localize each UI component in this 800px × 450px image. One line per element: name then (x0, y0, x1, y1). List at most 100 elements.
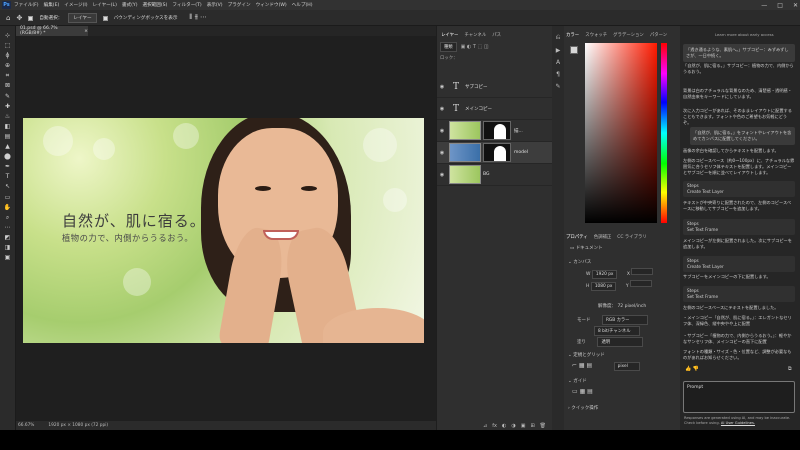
document-canvas[interactable]: 自然が、肌に宿る。 植物の力で、内側からうるおう。 (23, 118, 424, 343)
layer-row[interactable]: ◉ BG (437, 164, 552, 186)
trash-icon[interactable]: 🗑 (540, 423, 546, 429)
foreground-color-swatch[interactable] (570, 46, 578, 54)
tool-icon[interactable]: ♨ (5, 113, 10, 120)
tab-patterns[interactable]: パターン (650, 32, 667, 38)
brush-settings-icon[interactable]: ✎ (555, 83, 560, 90)
menu-help[interactable]: ヘルプ(H) (292, 2, 313, 8)
add-mask-icon[interactable]: ◐ (502, 423, 506, 429)
canvas-subline[interactable]: 植物の力で、内側からうるおう。 (62, 232, 193, 244)
auto-select-target-dropdown[interactable]: レイヤー (68, 12, 97, 23)
guide-icons[interactable]: ▭ ▦ ▤ (572, 388, 593, 395)
rulers-grid-section-header[interactable]: ⌄ 定規とグリッド (568, 352, 605, 358)
layer-row-selected[interactable]: ◉ model (437, 142, 552, 164)
close-tab-icon[interactable]: × (84, 29, 88, 34)
move-tool-icon[interactable]: ✥ (16, 14, 22, 22)
home-icon[interactable]: ⌂ (6, 14, 10, 22)
menu-image[interactable]: イメージ(I) (64, 2, 87, 8)
tab-layers[interactable]: レイヤー (441, 32, 458, 38)
document-tab[interactable]: 01.psd @ 66.7% (RGB/8#) * × (16, 26, 88, 36)
layer-row[interactable]: ◉ T サブコピー (437, 76, 552, 98)
tool-icon[interactable]: T (6, 173, 10, 180)
layer-row[interactable]: ◉ 描... (437, 120, 552, 142)
align-icons[interactable]: ⫴ ⫵ ⋯ (189, 13, 207, 22)
tool-icon[interactable]: ϕ (6, 52, 10, 59)
guides-section-header[interactable]: ⌄ ガイド (568, 378, 587, 384)
tab-cc-libraries[interactable]: CC ライブラリ (617, 234, 646, 240)
tool-icon[interactable]: ✎ (5, 93, 10, 100)
tool-icon[interactable]: ⬚ (5, 42, 11, 49)
height-field[interactable]: 1080 px (590, 282, 617, 291)
new-layer-icon[interactable]: ⊞ (530, 423, 534, 429)
tool-icon[interactable]: ✒ (5, 163, 10, 170)
menu-filter[interactable]: フィルター(T) (172, 2, 201, 8)
layer-mask-thumbnail[interactable] (483, 121, 511, 140)
steps-card[interactable]: Steps Create Text Layer (683, 181, 795, 197)
tab-color[interactable]: カラー (566, 32, 579, 38)
quick-actions-section-header[interactable]: › クイック操作 (568, 405, 598, 411)
menu-window[interactable]: ウィンドウ(W) (256, 2, 287, 8)
menu-file[interactable]: ファイル(F) (14, 2, 39, 8)
minimize-icon[interactable]: — (761, 2, 767, 9)
hue-slider[interactable] (661, 43, 667, 223)
tool-icon[interactable]: ◨ (5, 244, 11, 251)
menu-edit[interactable]: 編集(E) (44, 2, 60, 8)
eye-icon[interactable]: ◉ (437, 128, 447, 134)
tool-icon[interactable]: ✚ (5, 103, 10, 110)
mode-dropdown[interactable]: RGB カラー (601, 315, 648, 325)
copy-icon[interactable]: ⧉ (788, 366, 792, 372)
tool-icon[interactable]: ⋯ (5, 224, 11, 231)
tool-icon[interactable]: ▣ (5, 254, 11, 261)
x-field[interactable] (631, 268, 654, 275)
unit-dropdown[interactable]: pixel (613, 362, 640, 371)
tool-icon[interactable]: ⊹ (5, 32, 10, 39)
tool-icon[interactable]: ◧ (5, 123, 11, 130)
tool-icon[interactable]: ▭ (5, 194, 11, 201)
auto-select-checkbox[interactable] (28, 16, 34, 21)
ai-guidelines-link[interactable]: AI User Guidelines. (721, 421, 755, 425)
tool-icon[interactable]: ⌗ (6, 72, 9, 79)
tool-icon[interactable]: ↖ (5, 183, 10, 190)
link-layers-icon[interactable]: ⊿ (483, 423, 487, 429)
character-icon[interactable]: A (556, 59, 560, 66)
menu-type[interactable]: 書式(Y) (122, 2, 138, 8)
tool-icon[interactable]: ⬤ (4, 153, 11, 160)
adjustment-layer-icon[interactable]: ◑ (511, 423, 515, 429)
width-field[interactable]: 1920 px (591, 270, 618, 279)
fill-dropdown[interactable]: 透明 (597, 337, 644, 347)
prompt-input[interactable]: Prompt (683, 381, 795, 413)
tab-swatches[interactable]: スウォッチ (585, 32, 607, 38)
paragraph-icon[interactable]: ¶ (556, 71, 560, 78)
ruler-icons[interactable]: ⌐ ▦ ▤ (572, 362, 592, 369)
steps-card[interactable]: Steps Create Text Layer (683, 256, 795, 272)
menu-select[interactable]: 選択範囲(S) (143, 2, 168, 8)
tool-icon[interactable]: ✋ (4, 204, 11, 211)
color-picker-field[interactable] (585, 43, 657, 223)
eye-icon[interactable]: ◉ (437, 106, 447, 112)
maximize-icon[interactable]: □ (777, 2, 783, 9)
tool-icon[interactable]: ⊠ (5, 82, 10, 89)
bounding-box-checkbox[interactable] (102, 16, 108, 21)
eye-icon[interactable]: ◉ (437, 150, 447, 156)
layer-kind-filter[interactable]: 種類 (440, 41, 457, 52)
tab-channels[interactable]: チャンネル (464, 32, 486, 38)
menu-layer[interactable]: レイヤー(L) (93, 2, 117, 8)
tab-paths[interactable]: パス (492, 32, 501, 38)
steps-card[interactable]: Steps Set Text Frame (683, 286, 795, 302)
tool-icon[interactable]: ◩ (5, 234, 11, 241)
tab-gradients[interactable]: グラデーション (613, 32, 644, 38)
group-icon[interactable]: ▣ (521, 423, 526, 429)
menu-plugins[interactable]: プラグイン (228, 2, 251, 8)
tool-icon[interactable]: ⊕ (5, 62, 10, 69)
tab-properties[interactable]: プロパティ (566, 234, 588, 240)
zoom-level[interactable]: 66.67% (18, 423, 34, 428)
history-icon[interactable]: ⎌ (556, 34, 561, 42)
layer-row[interactable]: ◉ T メインコピー (437, 98, 552, 120)
canvas-headline[interactable]: 自然が、肌に宿る。 (62, 210, 206, 231)
layer-style-icon[interactable]: fx (492, 423, 497, 429)
eye-icon[interactable]: ◉ (437, 84, 447, 90)
early-access-link[interactable]: Learn more about early access (715, 32, 774, 38)
eye-icon[interactable]: ◉ (437, 172, 447, 178)
close-icon[interactable]: ✕ (793, 2, 798, 9)
tab-adjustments[interactable]: 色調補正 (594, 234, 612, 240)
tool-icon[interactable]: ▤ (5, 133, 11, 140)
